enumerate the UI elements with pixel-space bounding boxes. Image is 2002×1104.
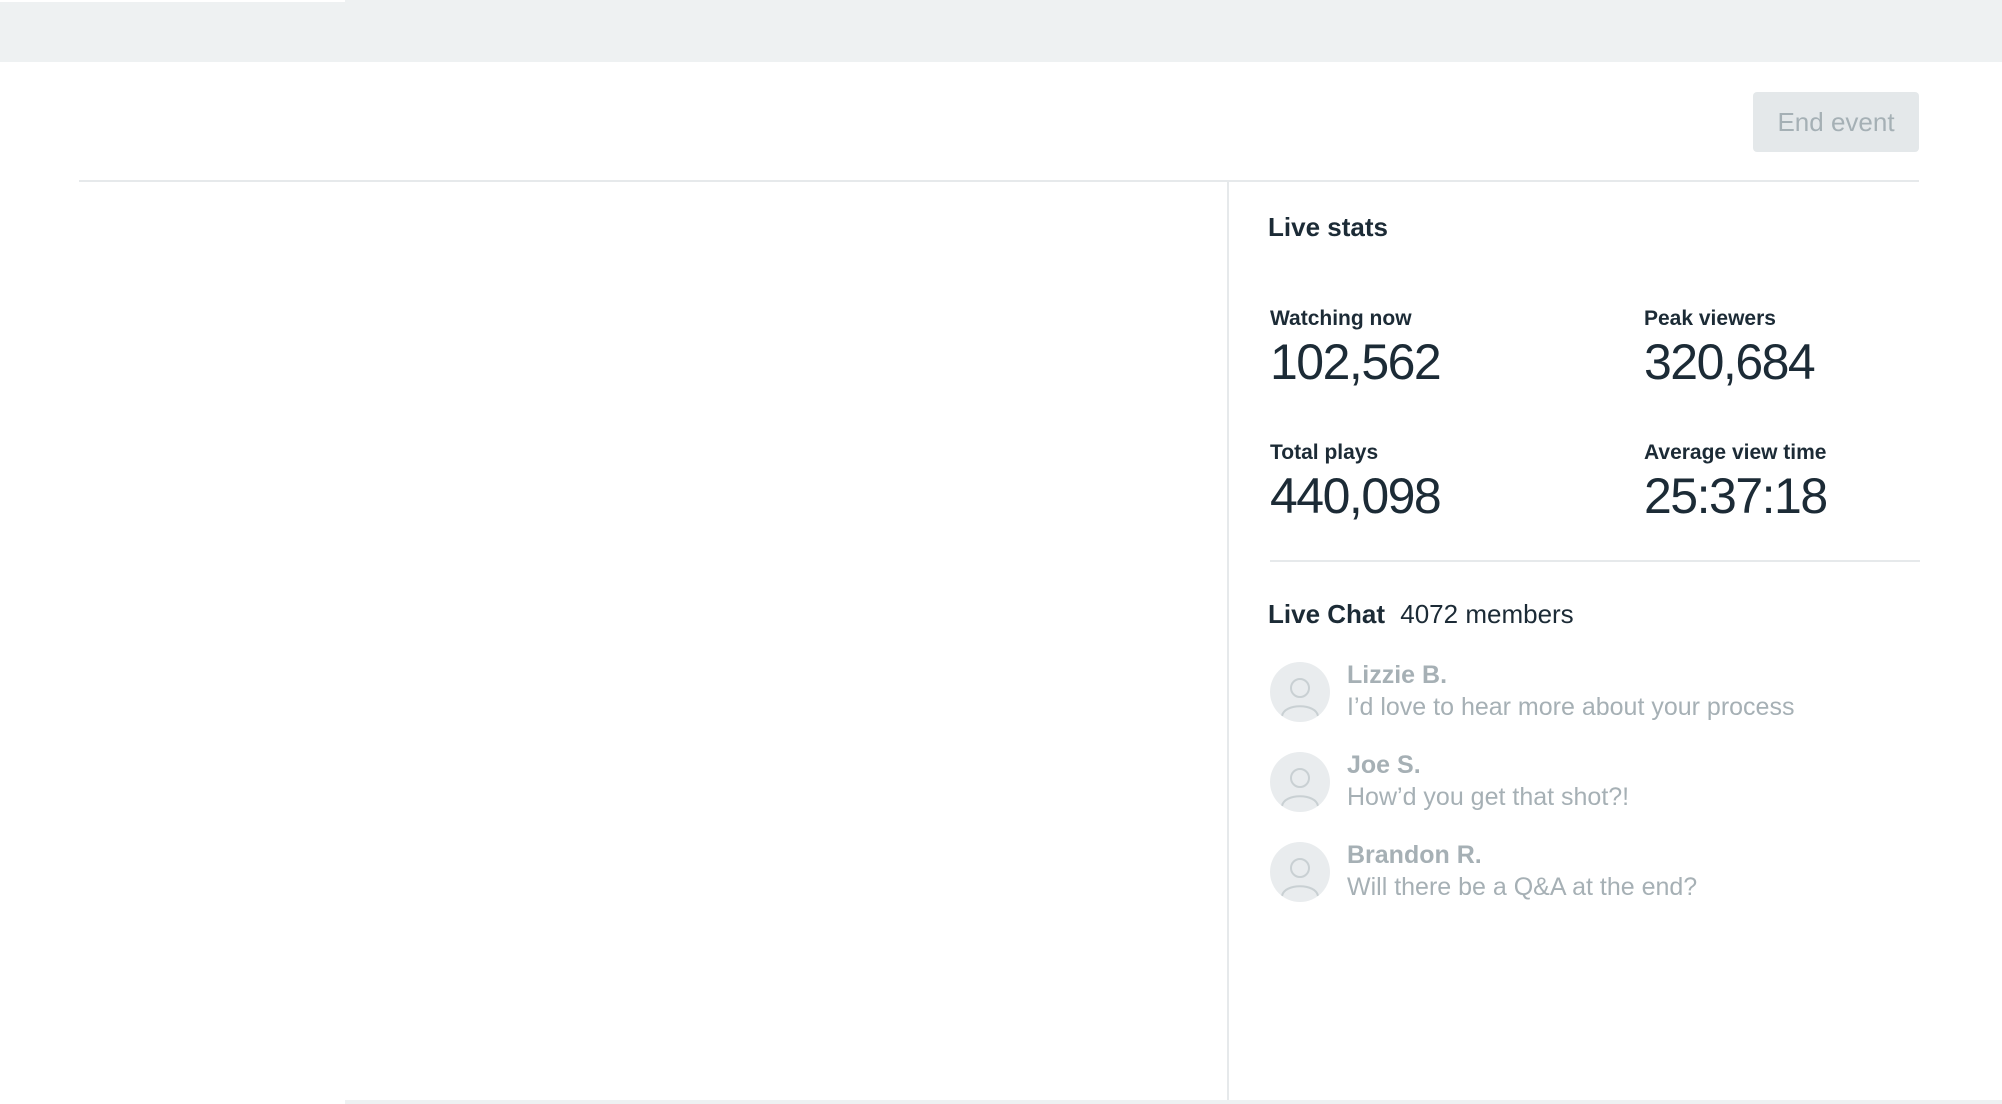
stat-value: 102,562 (1270, 334, 1442, 390)
stat-average-view-time: Average view time 25:37:18 (1644, 440, 1964, 524)
chat-message: Lizzie B. I’d love to hear more about yo… (1270, 660, 1920, 726)
chat-author: Brandon R. (1347, 841, 1482, 869)
live-chat-member-count: 4072 members (1400, 599, 1574, 629)
chat-author: Lizzie B. (1347, 661, 1448, 689)
stat-value: 320,684 (1644, 334, 1816, 390)
panel-divider (1227, 182, 1229, 1102)
stat-watching-now: Watching now 102,562 (1270, 306, 1590, 390)
stat-label: Average view time (1644, 441, 1827, 464)
stat-peak-viewers: Peak viewers 320,684 (1644, 306, 1964, 390)
stat-label: Total plays (1270, 441, 1379, 464)
chat-text: How’d you get that shot?! (1347, 783, 1630, 811)
live-stats-title: Live stats (1268, 212, 1388, 242)
stat-value: 440,098 (1270, 468, 1442, 524)
chat-author: Joe S. (1347, 751, 1421, 779)
top-bar-highlight (0, 0, 345, 2)
live-stats-panel: Live stats Watching now 102,562 Peak vie… (1268, 182, 1920, 1102)
video-player-area[interactable] (79, 182, 1227, 1102)
live-chat-header: Live Chat 4072 members (1268, 598, 1574, 630)
bottom-edge (345, 1100, 2002, 1104)
chat-text: I’d love to hear more about your process (1347, 693, 1795, 721)
top-bar (0, 0, 2002, 62)
user-icon (1270, 662, 1330, 722)
stat-value: 25:37:18 (1644, 468, 1828, 524)
user-icon (1270, 842, 1330, 902)
live-chat-title: Live Chat (1268, 599, 1386, 629)
stat-total-plays: Total plays 440,098 (1270, 440, 1590, 524)
chat-message: Joe S. How’d you get that shot?! (1270, 750, 1920, 816)
stats-chat-divider (1270, 560, 1920, 562)
stat-label: Peak viewers (1644, 307, 1776, 330)
end-event-button[interactable]: End event (1753, 92, 1919, 152)
chat-text: Will there be a Q&A at the end? (1347, 873, 1698, 901)
stat-label: Watching now (1270, 307, 1412, 330)
user-icon (1270, 752, 1330, 812)
chat-message: Brandon R. Will there be a Q&A at the en… (1270, 840, 1920, 906)
